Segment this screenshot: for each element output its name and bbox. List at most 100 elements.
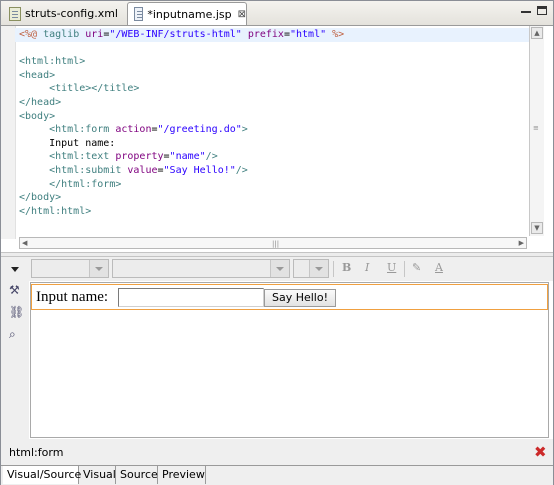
code-token: /> [235, 164, 248, 176]
code-token: "Say Hello!" [163, 164, 236, 176]
source-line[interactable]: <html:html> [19, 55, 529, 69]
chevron-down-icon[interactable] [89, 260, 108, 277]
selected-form-outline[interactable]: Input name: Say Hello! [31, 284, 548, 310]
editor-tab-bar: struts-config.xml *inputname.jsp ⊠ [1, 1, 553, 26]
code-token: "name" [169, 151, 206, 163]
code-token: "/WEB-INF/struts-html" [109, 29, 242, 40]
code-token: taglib [43, 29, 86, 40]
visual-toolbar: B I U ✎ A [1, 257, 553, 281]
code-token: <html:html> [19, 56, 86, 68]
format-combo[interactable] [31, 259, 109, 278]
scroll-left-icon[interactable]: ◀ [22, 239, 27, 247]
chevron-down-icon[interactable] [270, 260, 289, 277]
underline-button[interactable]: U [387, 261, 396, 274]
tab-label: struts-config.xml [25, 7, 118, 20]
font-color-button[interactable]: A [435, 261, 443, 274]
source-line[interactable]: <html:submit value="Say Hello!"/> [19, 164, 529, 178]
code-token: <html:form [49, 124, 116, 136]
code-token: action [115, 124, 152, 136]
horizontal-scrollbar[interactable]: ◀ ||| ▶ [19, 237, 527, 249]
code-token: </body> [19, 192, 62, 204]
vertical-scrollbar[interactable]: ▲ ≡ ▼ [529, 26, 544, 236]
link-icon[interactable]: ⛓ [9, 305, 25, 321]
code-token: value [127, 164, 158, 176]
source-line[interactable]: <html:text property="name"/> [19, 150, 529, 164]
visual-canvas[interactable]: Input name: Say Hello! [30, 282, 549, 438]
tab-visual[interactable]: Visual [79, 466, 116, 484]
code-token: </head> [19, 96, 62, 108]
close-icon[interactable]: ⊠ [238, 9, 246, 20]
tools-icon[interactable]: ⚒ [9, 283, 25, 299]
jsp-file-icon [134, 7, 144, 21]
code-token: uri [85, 29, 104, 40]
bold-button[interactable]: B [342, 261, 351, 274]
scroll-right-icon[interactable]: ▶ [519, 239, 524, 247]
source-line[interactable]: <body> [19, 110, 529, 124]
chevron-down-icon[interactable] [309, 260, 328, 277]
tab-inputname-jsp[interactable]: *inputname.jsp ⊠ [127, 2, 247, 25]
line-ruler [1, 26, 16, 239]
selection-status-bar: html:form ✖ [1, 439, 553, 465]
source-code[interactable]: <%@ taglib uri="/WEB-INF/struts-html" pr… [15, 28, 529, 219]
source-editor[interactable]: <%@ taglib uri="/WEB-INF/struts-html" pr… [1, 26, 553, 251]
source-line[interactable]: <html:form action="/greeting.do"> [19, 123, 529, 137]
code-token: </html:form> [49, 178, 122, 190]
code-token: <body> [19, 110, 56, 122]
code-token: Input name: [19, 137, 116, 149]
code-token: </html:html> [19, 205, 92, 217]
tab-struts-config[interactable]: struts-config.xml [3, 3, 123, 24]
scroll-down-icon[interactable]: ▼ [531, 222, 543, 234]
find-icon[interactable]: ⌕ [9, 327, 25, 343]
input-name-label: Input name: [36, 289, 109, 305]
source-line[interactable]: <%@ taglib uri="/WEB-INF/struts-html" pr… [15, 28, 529, 42]
editor-window: struts-config.xml *inputname.jsp ⊠ <%@ t… [0, 0, 554, 485]
source-line[interactable]: <head> [19, 69, 529, 83]
selected-tag-path[interactable]: html:form [9, 446, 63, 459]
visual-side-tools: ⚒ ⛓ ⌕ [1, 281, 29, 439]
code-token: > [241, 124, 248, 136]
code-token: "html" [289, 29, 327, 40]
scroll-grip-icon: ≡ [533, 124, 539, 132]
scroll-grip-icon: ||| [272, 240, 280, 248]
say-hello-button[interactable]: Say Hello! [264, 289, 336, 307]
font-family-combo[interactable] [112, 259, 290, 278]
tab-visual-source[interactable]: Visual/Source [3, 466, 81, 484]
minimize-icon[interactable] [521, 6, 531, 13]
code-token: <title></title> [49, 83, 140, 95]
source-line[interactable]: </html:form> [19, 178, 529, 192]
code-token: prefix [247, 29, 284, 40]
tab-label: *inputname.jsp [147, 7, 232, 21]
source-line[interactable]: </html:html> [19, 205, 529, 219]
xml-file-icon [9, 6, 21, 21]
tab-preview[interactable]: Preview [158, 466, 206, 484]
code-token: /> [205, 151, 218, 163]
close-icon[interactable]: ✖ [534, 443, 547, 461]
separator [404, 261, 405, 277]
source-line[interactable]: Input name: [19, 137, 529, 151]
code-token: %> [332, 29, 345, 40]
editor-mode-tabs: Visual/Source Visual Source Preview [1, 465, 553, 485]
italic-button[interactable]: I [365, 261, 369, 274]
source-line[interactable]: </head> [19, 96, 529, 110]
code-token: <head> [19, 69, 56, 81]
source-line[interactable]: </body> [19, 191, 529, 205]
source-line[interactable]: <title></title> [19, 82, 529, 96]
separator [333, 261, 334, 277]
code-token: <%@ [19, 29, 44, 40]
code-token: property [115, 151, 164, 163]
toolbar-menu-icon[interactable] [11, 267, 19, 272]
maximize-icon[interactable] [537, 6, 547, 15]
name-input[interactable] [118, 288, 264, 307]
source-line[interactable] [19, 42, 529, 56]
code-token: <html:text [49, 151, 116, 163]
code-token: <html:submit [49, 164, 128, 176]
font-size-combo[interactable] [293, 259, 329, 278]
tab-source[interactable]: Source [116, 466, 158, 484]
highlight-icon[interactable]: ✎ [412, 261, 421, 274]
scroll-up-icon[interactable]: ▲ [531, 27, 543, 39]
code-token: "/greeting.do" [157, 124, 242, 136]
